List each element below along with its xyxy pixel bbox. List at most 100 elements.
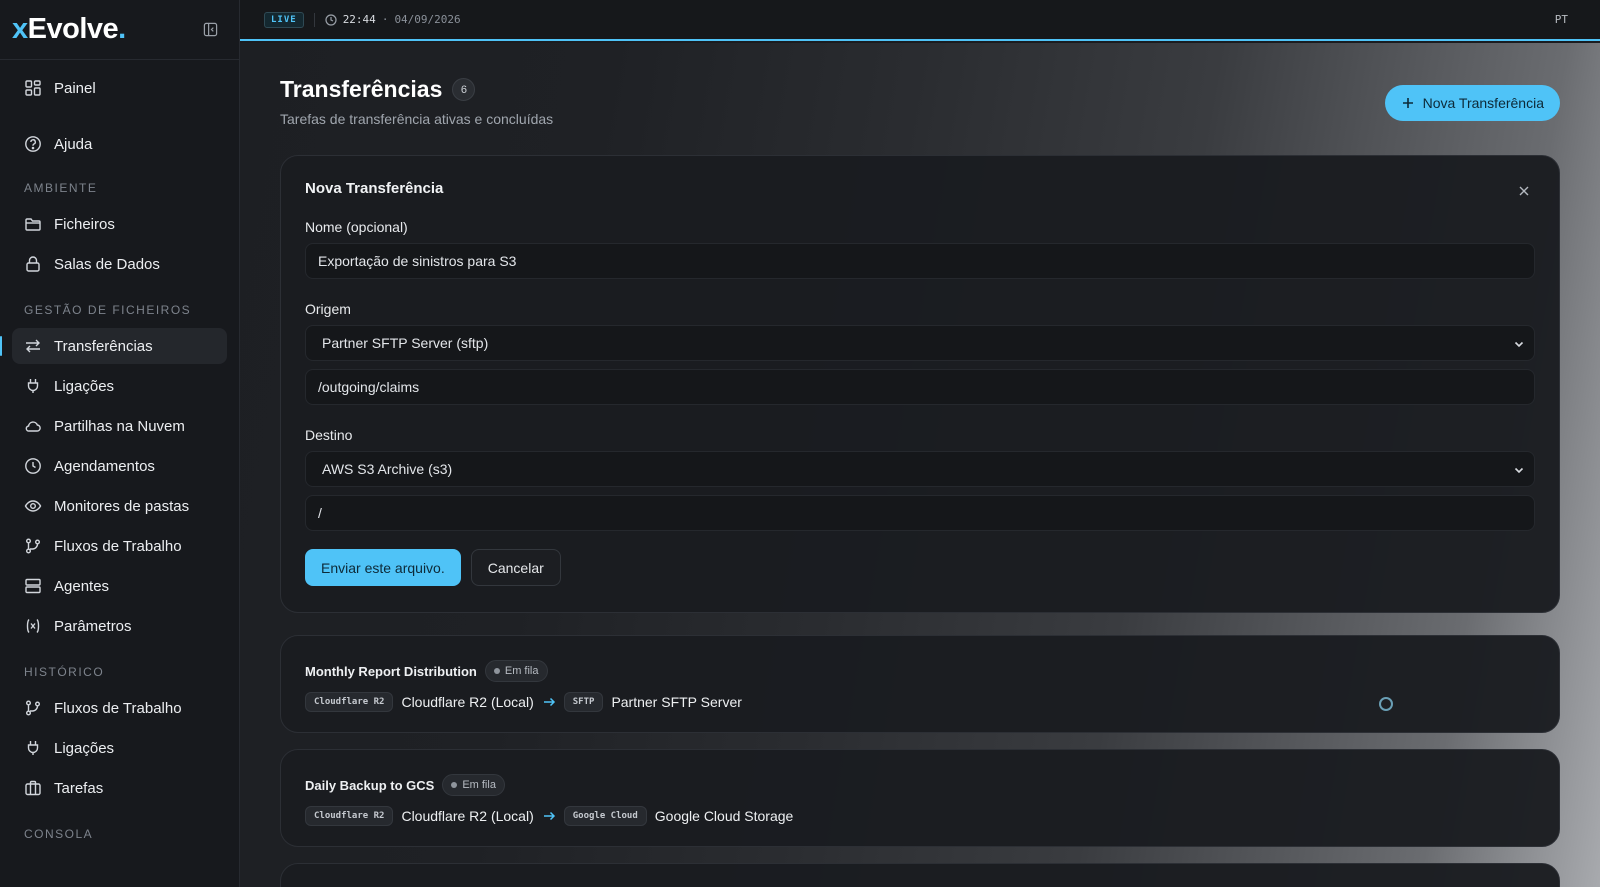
sidebar-item-label: Agendamentos <box>54 457 155 475</box>
sidebar-item-ajuda[interactable]: Ajuda <box>12 126 227 162</box>
status-badge: Em fila <box>442 774 505 796</box>
status-text: Em fila <box>504 665 539 677</box>
cancel-button[interactable]: Cancelar <box>470 549 561 586</box>
sidebar-item-hist-fluxos[interactable]: Fluxos de Trabalho <box>12 690 227 726</box>
sidebar-collapse-icon[interactable] <box>201 21 219 39</box>
chevron-down-icon <box>1512 463 1526 477</box>
sidebar-item-partilhas[interactable]: Partilhas na Nuvem <box>12 408 227 444</box>
destination-select-value: AWS S3 Archive (s3) <box>322 461 453 477</box>
job-header: Daily Backup to GCS Em fila <box>305 774 1535 796</box>
job-route: Cloudflare R2 Cloudflare R2 (Local) SFTP… <box>305 692 1535 712</box>
live-badge: LIVE <box>264 11 304 28</box>
sidebar-item-label: Ficheiros <box>54 215 115 233</box>
sidebar-item-salas-de-dados[interactable]: Salas de Dados <box>12 246 227 282</box>
sidebar-item-hist-ligacoes[interactable]: Ligações <box>12 730 227 766</box>
sidebar-item-hist-tarefas[interactable]: Tarefas <box>12 770 227 806</box>
app-logo[interactable]: xEvolve. <box>12 13 126 46</box>
sidebar-item-label: Salas de Dados <box>54 255 160 273</box>
origin-select-value: Partner SFTP Server (sftp) <box>322 335 489 351</box>
form-title: Nova Transferência <box>305 180 444 197</box>
server-icon <box>24 577 42 595</box>
help-icon <box>24 135 42 153</box>
section-label-ambiente: AMBIENTE <box>24 181 98 195</box>
job-route: Cloudflare R2 Cloudflare R2 (Local) Goog… <box>305 806 1535 826</box>
sidebar-item-painel[interactable]: Painel <box>12 70 227 106</box>
arrow-right-icon <box>542 809 556 823</box>
new-transfer-label: Nova Transferência <box>1422 95 1544 111</box>
name-input[interactable]: Exportação de sinistros para S3 <box>305 243 1535 279</box>
destination-select[interactable]: AWS S3 Archive (s3) <box>305 451 1535 487</box>
sidebar-item-label: Agentes <box>54 577 110 595</box>
plus-icon <box>1401 96 1415 110</box>
source-name: Cloudflare R2 (Local) <box>401 694 534 710</box>
folder-icon <box>24 215 42 233</box>
clock-separator: · <box>381 13 389 26</box>
sidebar-item-label: Transferências <box>54 337 153 355</box>
destination-name: Partner SFTP Server <box>611 694 742 710</box>
transfer-job-card[interactable]: Monthly Report Distribution Em fila Clou… <box>280 635 1560 733</box>
clock-icon <box>325 13 337 26</box>
destination-path-input[interactable]: / <box>305 495 1535 531</box>
sidebar-item-ficheiros[interactable]: Ficheiros <box>12 206 227 242</box>
source-type-tag: Cloudflare R2 <box>305 692 394 712</box>
sidebar-item-label: Tarefas <box>54 779 104 797</box>
workflow-icon <box>24 699 42 717</box>
section-label-gestao: GESTÃO DE FICHEIROS <box>24 303 192 317</box>
workflow-icon <box>24 537 42 555</box>
clock-icon <box>24 457 42 475</box>
sidebar-item-transferencias[interactable]: Transferências <box>0 328 227 364</box>
plug-icon <box>24 739 42 757</box>
job-name: Daily Backup to GCS <box>305 777 435 793</box>
brand-bar: xEvolve. <box>0 0 239 60</box>
sidebar-item-ligacoes[interactable]: Ligações <box>12 368 227 404</box>
page-subtitle: Tarefas de transferência ativas e conclu… <box>280 111 554 127</box>
sidebar-item-label: Ajuda <box>54 135 93 153</box>
sidebar-nav: Painel Ajuda AMBIENTE Ficheiros Salas de… <box>0 60 239 862</box>
destination-type-tag: Google Cloud <box>563 806 647 826</box>
status-badge: Em fila <box>484 660 548 682</box>
section-label-consola: CONSOLA <box>24 827 94 841</box>
new-transfer-button[interactable]: Nova Transferência <box>1384 85 1560 121</box>
sidebar-item-label: Partilhas na Nuvem <box>54 417 185 435</box>
transfer-job-card[interactable] <box>280 863 1560 887</box>
sidebar-item-agendamentos[interactable]: Agendamentos <box>12 448 227 484</box>
briefcase-icon <box>24 779 42 797</box>
destination-label: Destino <box>305 427 353 443</box>
sidebar-item-label: Ligações <box>54 739 115 757</box>
form-actions: Enviar este arquivo. Cancelar <box>305 549 1535 586</box>
source-type-tag: Cloudflare R2 <box>305 806 394 826</box>
sidebar-item-label: Fluxos de Trabalho <box>54 537 182 555</box>
sidebar-item-agentes[interactable]: Agentes <box>12 568 227 604</box>
origin-path-input[interactable]: /outgoing/claims <box>305 369 1535 405</box>
clock-time: 22:44 <box>342 13 376 26</box>
cloud-icon <box>24 417 42 435</box>
origin-label: Origem <box>305 301 351 317</box>
clock-date: 04/09/2026 <box>394 13 461 26</box>
sidebar-item-label: Painel <box>54 79 96 97</box>
sidebar-item-parametros[interactable]: Parâmetros <box>12 608 227 644</box>
count-badge: 6 <box>452 78 476 101</box>
destination-type-tag: SFTP <box>563 692 604 712</box>
job-header: Monthly Report Distribution Em fila <box>305 660 1535 682</box>
submit-button[interactable]: Enviar este arquivo. <box>305 549 461 586</box>
sidebar-item-label: Parâmetros <box>54 617 132 635</box>
sidebar-item-label: Monitores de pastas <box>54 497 190 515</box>
top-bar: LIVE 22:44 · 04/09/2026 PT <box>240 0 1600 41</box>
status-dot <box>493 668 500 674</box>
origin-select[interactable]: Partner SFTP Server (sftp) <box>305 325 1535 361</box>
sidebar-item-monitores[interactable]: Monitores de pastas <box>12 488 227 524</box>
clock: 22:44 · 04/09/2026 <box>325 13 461 26</box>
close-icon[interactable] <box>1515 182 1533 200</box>
main-content: Transferências 6 Tarefas de transferênci… <box>240 43 1600 887</box>
arrow-right-icon <box>542 695 556 709</box>
sidebar: xEvolve. Painel Ajuda AMBIENTE Ficheiros… <box>0 0 240 887</box>
sidebar-item-label: Ligações <box>54 377 115 395</box>
variable-icon <box>24 617 42 635</box>
new-transfer-form: Nova Transferência Nome (opcional) Expor… <box>280 155 1560 613</box>
transfer-job-card[interactable]: Daily Backup to GCS Em fila Cloudflare R… <box>280 749 1560 847</box>
language-switcher[interactable]: PT <box>1555 13 1568 26</box>
transfer-icon <box>24 337 42 355</box>
name-label: Nome (opcional) <box>305 219 408 235</box>
sidebar-item-fluxos[interactable]: Fluxos de Trabalho <box>12 528 227 564</box>
job-name: Monthly Report Distribution <box>305 663 477 679</box>
